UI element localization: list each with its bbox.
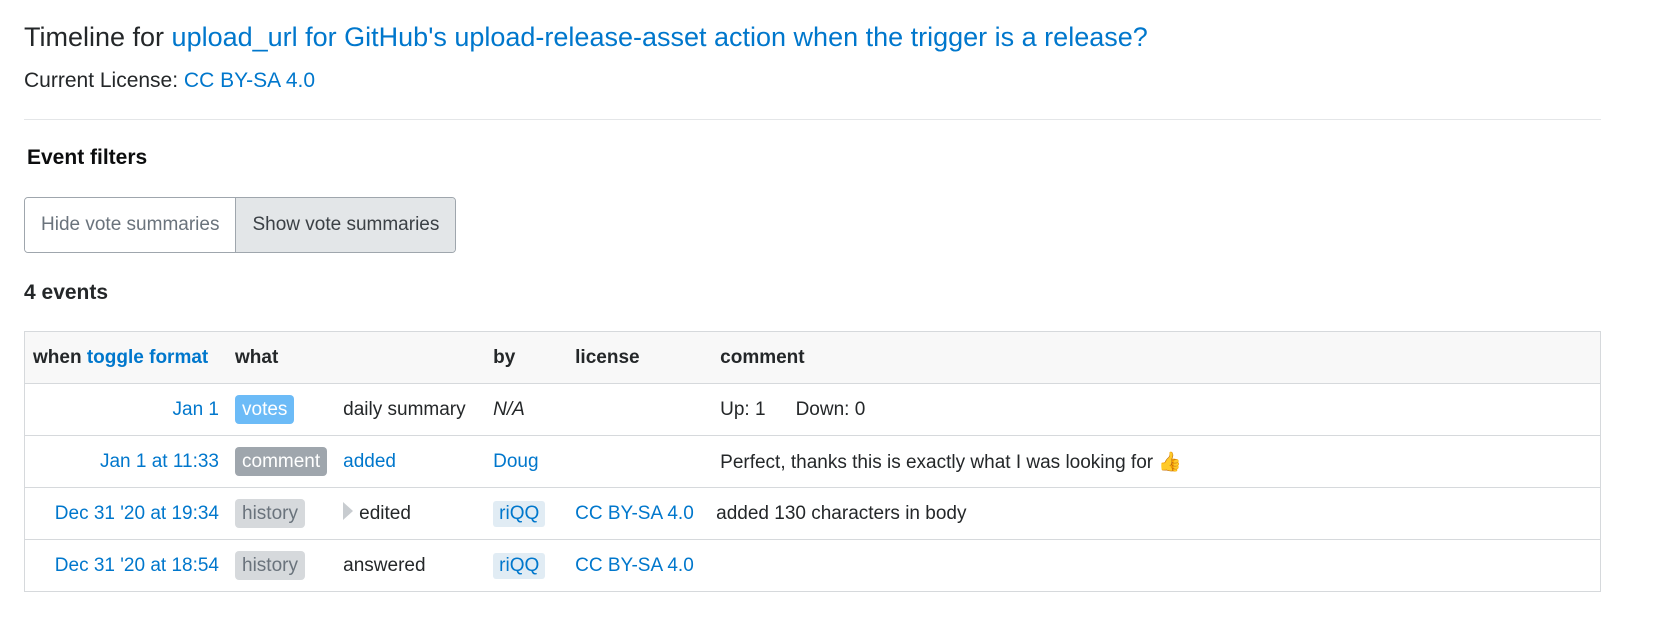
type-cell: votes [227,383,336,436]
vote-summary-toggle: Hide vote summaries Show vote summaries [24,197,457,253]
events-count: 4 events [24,281,109,304]
license-cell: CC BY-SA 4.0 [567,487,713,540]
comment-text: Perfect, thanks this is exactly what I w… [720,451,1154,473]
comment-cell: Perfect, thanks this is exactly what I w… [712,435,1601,488]
when-cell: Dec 31 '20 at 19:34 [24,487,227,540]
down-votes: Down: 0 [795,398,866,420]
header-by: by [485,331,568,384]
when-cell: Jan 1 at 11:33 [24,435,227,488]
license-link[interactable]: CC BY-SA 4.0 [575,503,694,524]
history-badge: history [235,551,305,580]
history-badge: history [235,499,305,528]
by-cell: Doug [485,435,568,488]
expand-triangle-icon[interactable] [343,502,354,521]
header-what: what [227,331,336,384]
votes-badge: votes [235,395,295,424]
comment-text: added 130 characters in body [716,502,967,524]
header-when: when toggle format [24,331,227,384]
table-row: Jan 1 votes daily summary N/A Up: 1 Down:… [24,383,1601,436]
by-cell: N/A [485,383,568,436]
table-row: Dec 31 '20 at 19:34 history edited riQQ … [24,487,1601,540]
comment-cell: Up: 1 Down: 0 [712,383,1601,436]
table-row: Jan 1 at 11:33 comment added Doug Perfec… [24,435,1601,488]
by-cell: riQQ [485,539,568,592]
divider [24,119,1601,120]
table-header-row: when toggle format what by license comme… [24,331,1601,384]
when-label: when [33,346,82,368]
license-cell [567,383,713,436]
action-cell: added [335,435,486,488]
license-link[interactable]: CC BY-SA 4.0 [184,69,315,92]
page-title: Timeline for upload_url for GitHub's upl… [24,20,1148,54]
event-filters-heading: Event filters [27,146,148,169]
type-cell: comment [227,435,336,488]
hide-vote-summaries-button[interactable]: Hide vote summaries [25,198,236,252]
when-cell: Jan 1 [24,383,227,436]
action-cell: answered [335,539,486,592]
thumbs-up-icon: 👍 [1158,451,1183,473]
comment-cell: added 130 characters in body [712,487,1601,540]
user-link[interactable]: riQQ [493,500,546,527]
type-cell: history [227,487,336,540]
by-na: N/A [493,398,525,420]
comment-badge: comment [235,447,328,476]
action-cell: edited [335,487,486,540]
action-text: edited [359,502,411,524]
event-date-link[interactable]: Jan 1 [173,399,219,420]
event-date-link[interactable]: Dec 31 '20 at 18:54 [55,555,219,576]
current-license: Current License: CC BY-SA 4.0 [24,68,315,94]
type-cell: history [227,539,336,592]
question-title-link[interactable]: upload_url for GitHub's upload-release-a… [172,22,1148,52]
license-label: Current License: [24,69,184,92]
event-date-link[interactable]: Dec 31 '20 at 19:34 [55,503,219,524]
license-cell [567,435,713,488]
action-cell: daily summary [335,383,486,436]
table-row: Dec 31 '20 at 18:54 history answered riQ… [24,539,1601,592]
toggle-format-link[interactable]: toggle format [87,347,208,368]
comment-cell [712,539,1601,592]
event-date-link[interactable]: Jan 1 at 11:33 [100,451,219,472]
user-link[interactable]: Doug [493,451,538,472]
when-cell: Dec 31 '20 at 18:54 [24,539,227,592]
up-votes: Up: 1 [720,398,766,420]
by-cell: riQQ [485,487,568,540]
header-comment: comment [712,331,1601,384]
header-license: license [567,331,713,384]
events-table: when toggle format what by license comme… [24,331,1601,592]
show-vote-summaries-button[interactable]: Show vote summaries [235,198,456,252]
license-link[interactable]: CC BY-SA 4.0 [575,555,694,576]
header-action [335,331,486,384]
license-cell: CC BY-SA 4.0 [567,539,713,592]
title-prefix: Timeline for [24,22,172,52]
user-link[interactable]: riQQ [493,552,546,579]
added-link[interactable]: added [343,451,396,472]
